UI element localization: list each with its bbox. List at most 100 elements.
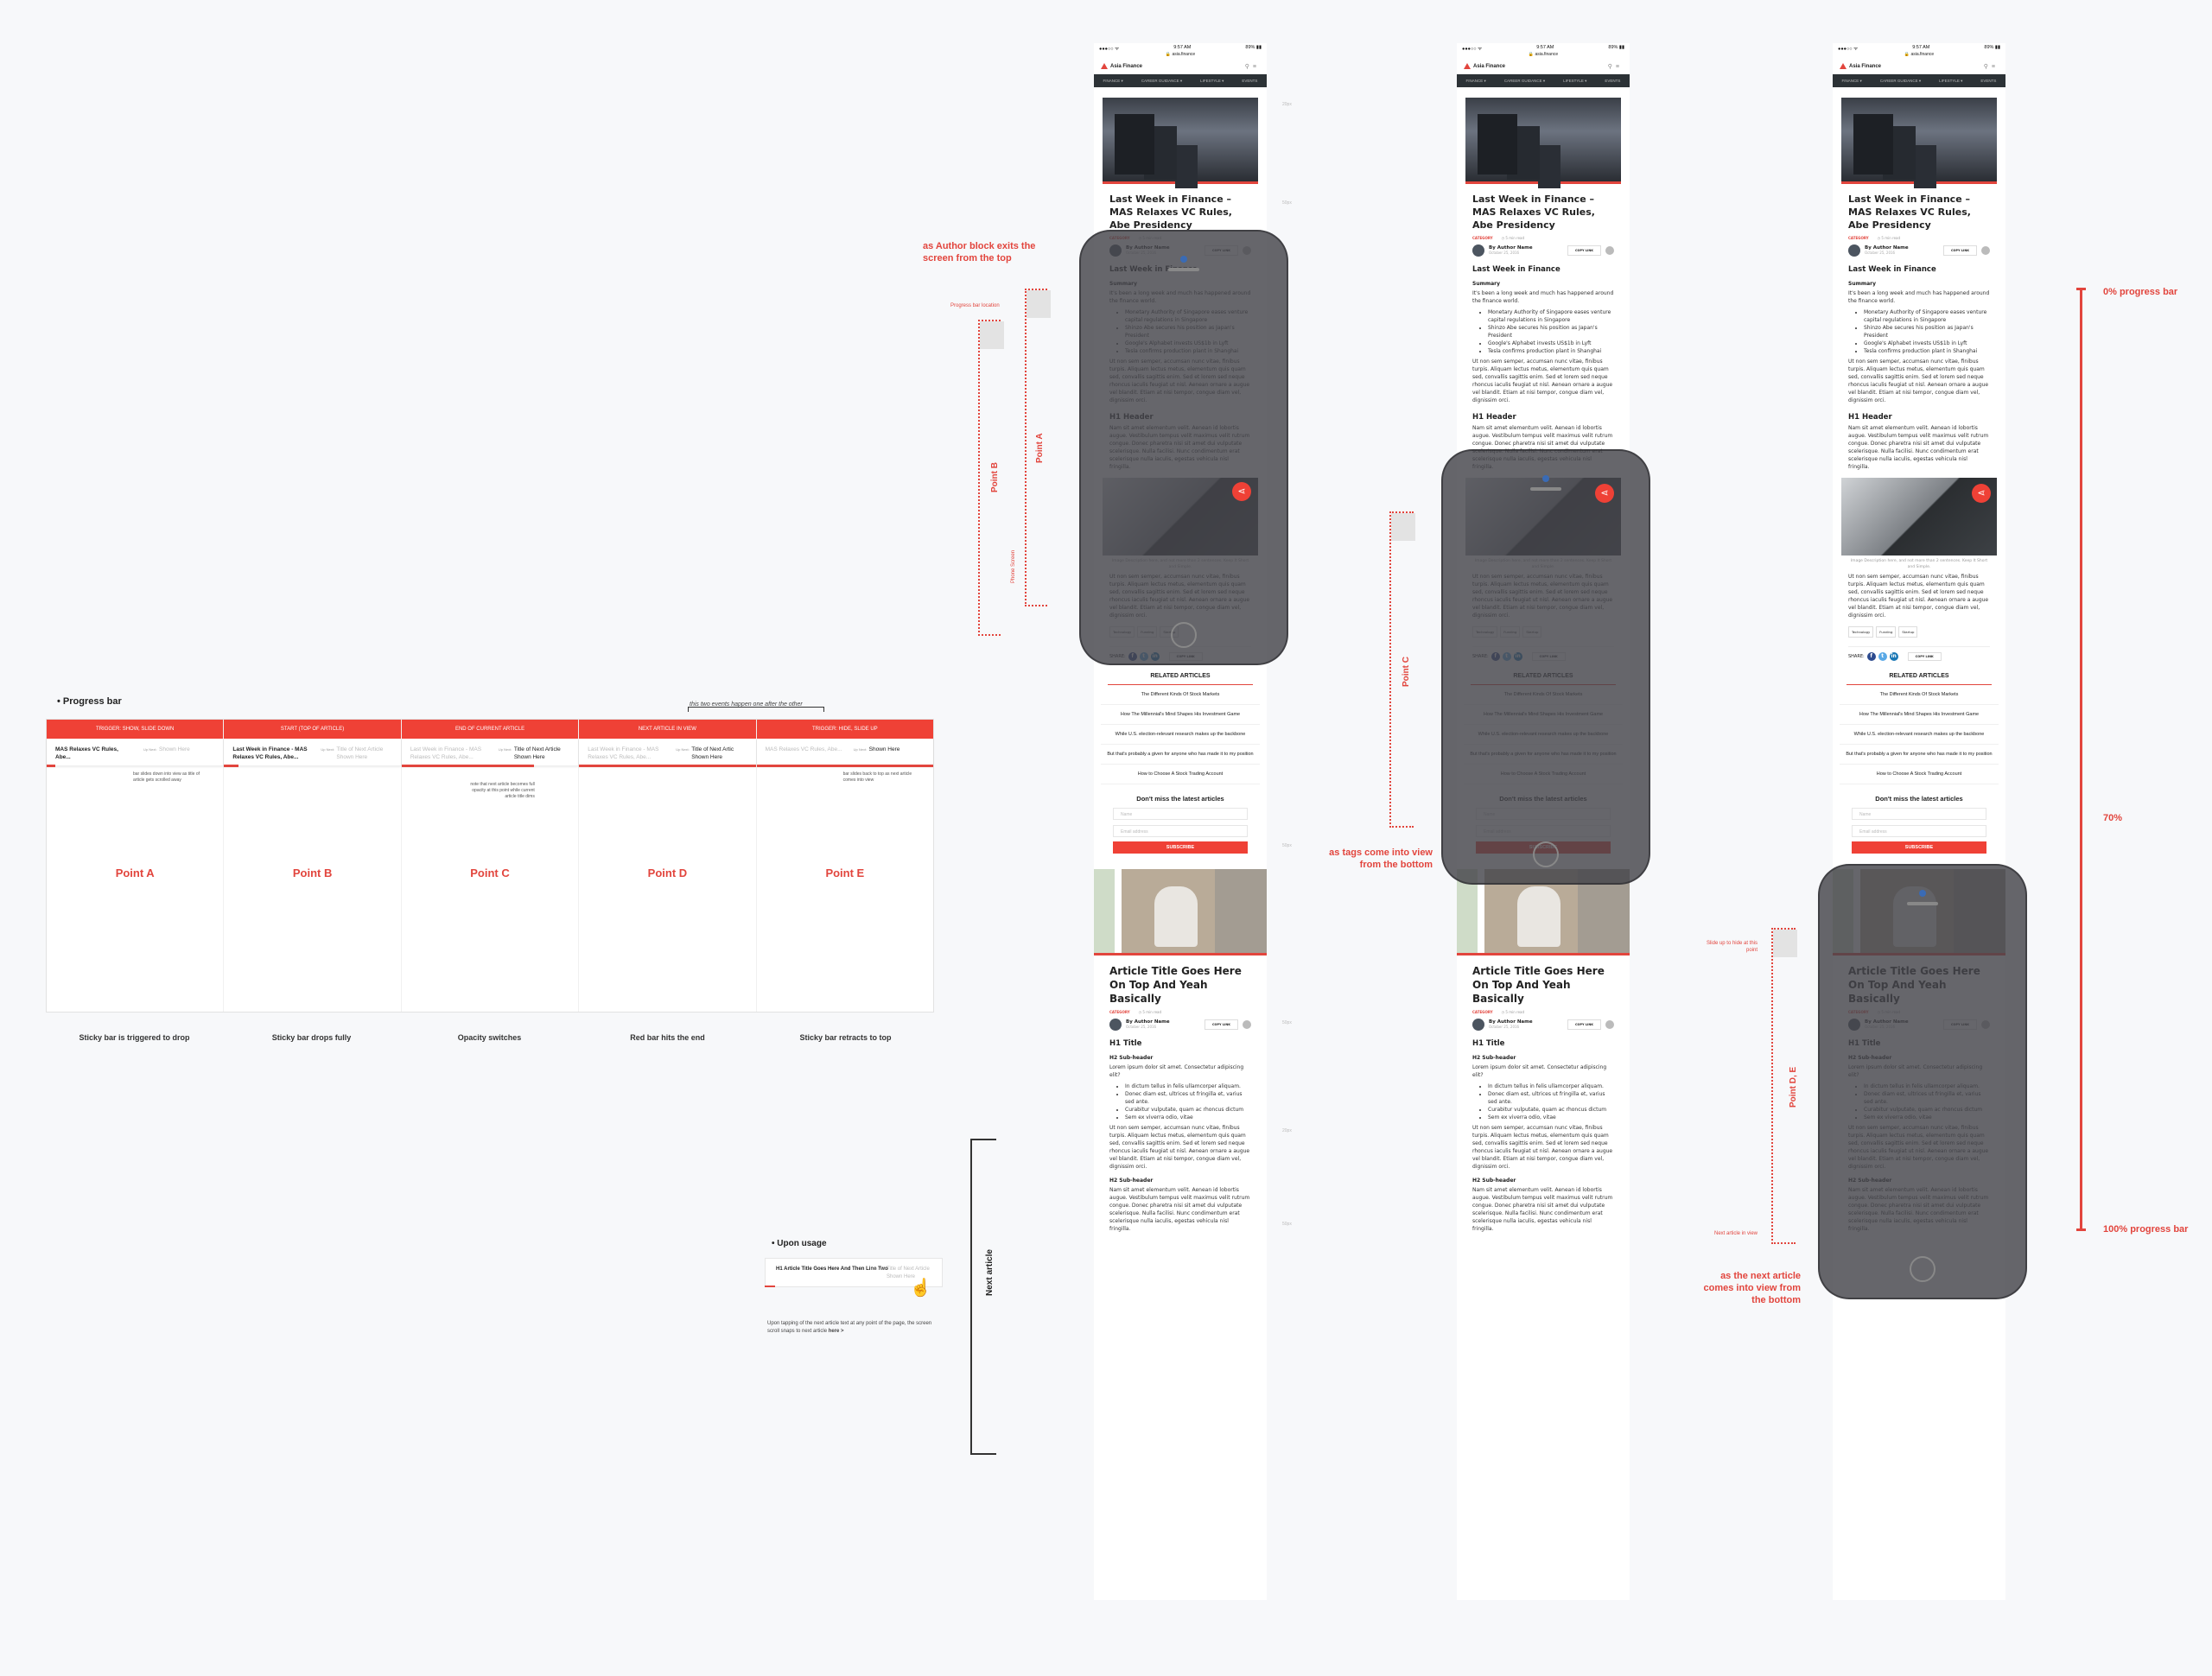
here-link[interactable]: here > [829,1329,844,1334]
category-link[interactable]: CATEGORY [1472,1010,1493,1014]
facebook-icon[interactable]: f [1866,652,1876,661]
search-icon[interactable]: ⚲ [1245,64,1253,70]
next-title[interactable]: Shown Here [869,746,921,753]
brand-logo[interactable]: Asia Finance [1464,63,1505,69]
linkedin-icon[interactable]: in [1889,652,1898,661]
sticky-bar[interactable]: Last Week in Finance - MAS Relaxes VC Ru… [579,739,756,767]
speaker [1168,268,1199,271]
nav-finance[interactable]: FINANCE ▾ [1103,79,1123,84]
copy-link-button[interactable]: COPY LINK [1204,1019,1238,1030]
spacing-marker: 20px [1282,1128,1292,1133]
related-link[interactable]: How to Choose A Stock Trading Account [1840,765,1999,784]
share-icon[interactable] [1605,246,1614,255]
summary-list: Monetary Authority of Singapore eases ve… [1488,308,1614,355]
paragraph: Ut non sem semper, accumsan nunc vitae, … [1109,1125,1250,1170]
tag[interactable]: Technology [1848,626,1874,638]
related-link[interactable]: How The Millennial's Mind Shapes His Inv… [1101,705,1260,725]
related-link[interactable]: While U.S. election-relevant research ma… [1101,725,1260,745]
nav-finance[interactable]: FINANCE ▾ [1466,79,1486,84]
related-link[interactable]: The Different Kinds Of Stock Markets [1101,685,1260,705]
copy-link-button[interactable]: COPY LINK [1942,245,1977,256]
brand-logo[interactable]: Asia Finance [1840,63,1881,69]
floating-share-button[interactable]: ⋖ [1232,482,1251,501]
next-title[interactable]: Title of Next Artic Shown Here [691,746,743,761]
brand-logo[interactable]: Asia Finance [1101,63,1142,69]
state-header: TRIGGER: HIDE, SLIDE UP [756,720,934,739]
progress-states-board: TRIGGER: SHOW, SLIDE DOWN MAS Relaxes VC… [46,719,934,1013]
nav-lifestyle[interactable]: LIFESTYLE ▾ [1563,79,1586,84]
copy-link-button[interactable]: COPY LINK [1907,652,1942,661]
nav-lifestyle[interactable]: LIFESTYLE ▾ [1939,79,1962,84]
url-bar[interactable]: 🔒 asia.finance [1833,52,2005,59]
nav-career[interactable]: CAREER GUIDANCE ▾ [1880,79,1921,84]
hero-image [1103,98,1258,184]
list-item: Donec diam est, ultrices ut fringilla et… [1488,1090,1614,1106]
nav-career[interactable]: CAREER GUIDANCE ▾ [1504,79,1545,84]
floating-share-button[interactable]: ⋖ [1972,484,1991,503]
article-1: Last Week in Finance – MAS Relaxes VC Ru… [1457,184,1630,471]
search-icon[interactable]: ⚲ [1984,64,1992,70]
tag[interactable]: Startup [1898,626,1918,638]
email-input[interactable]: Email address [1852,825,1986,837]
url-bar[interactable]: 🔒 asia.finance [1094,52,1267,59]
paragraph: Ut non sem semper, accumsan nunc vitae, … [1472,359,1613,403]
name-input[interactable]: Name [1113,808,1248,820]
related-link[interactable]: While U.S. election-relevant research ma… [1840,725,1999,745]
nav-finance[interactable]: FINANCE ▾ [1842,79,1862,84]
list-item: In dictum tellus in felis ullamcorper al… [1125,1082,1251,1090]
tag[interactable]: Funding [1876,626,1897,638]
category-link[interactable]: CATEGORY [1472,236,1493,240]
share-icon[interactable] [1605,1020,1614,1029]
copy-link-button[interactable]: COPY LINK [1567,245,1601,256]
related-link[interactable]: How The Millennial's Mind Shapes His Inv… [1840,705,1999,725]
next-in-view-note: Next article in view [1713,1231,1758,1236]
share-row: SHARE:ftin COPY LINK [1848,646,1990,661]
next-title[interactable]: Shown Here [159,746,211,753]
next-title[interactable]: Title of Next Article Shown Here [514,746,566,761]
sticky-bar[interactable]: MAS Relaxes VC Rules, Abe... Up Next: Sh… [47,739,224,767]
subscribe-button[interactable]: SUBSCRIBE [1852,841,1986,854]
menu-icon[interactable]: ≡ [1992,64,1999,70]
share-icon[interactable] [1981,246,1990,255]
floating-share-button[interactable]: ⋖ [1595,484,1614,503]
subscribe-button[interactable]: SUBSCRIBE [1113,841,1248,854]
read-time: ◷ 5 min read [1877,236,1901,240]
nav-events[interactable]: EVENTS [1980,79,1996,83]
state-note: note that next article becomes full opac… [470,782,535,799]
sticky-bar[interactable]: Last Week in Finance - MAS Relaxes VC Ru… [401,739,579,767]
related-link[interactable]: But that's probably a given for anyone w… [1101,745,1260,765]
summary-label: Summary [1848,281,1877,287]
slide-up-note: Slide up to hide at this point [1706,941,1758,953]
copy-link-button[interactable]: COPY LINK [1567,1019,1601,1030]
sticky-bar[interactable]: MAS Relaxes VC Rules, Abe... Up Next: Sh… [756,739,934,767]
menu-icon[interactable]: ≡ [1616,64,1623,70]
logo-icon [1464,63,1471,69]
search-icon[interactable]: ⚲ [1608,64,1616,70]
state-header: NEXT ARTICLE IN VIEW [579,720,756,739]
menu-icon[interactable]: ≡ [1253,64,1260,70]
related-link[interactable]: But that's probably a given for anyone w… [1840,745,1999,765]
speaker [1907,902,1938,905]
pct-0-label: 0% progress bar [2103,287,2178,297]
name-input[interactable]: Name [1852,808,1986,820]
section-heading: Last Week in Finance [1472,265,1560,274]
email-input[interactable]: Email address [1113,825,1248,837]
share-label: SHARE: [1848,654,1865,659]
share-icon[interactable] [1243,1020,1251,1029]
state-note: bar slides down into view as title of ar… [133,771,200,783]
subscribe-title: Don't miss the latest articles [1136,795,1224,803]
twitter-icon[interactable]: t [1878,652,1887,661]
url-bar[interactable]: 🔒 asia.finance [1457,52,1630,59]
next-title[interactable]: Title of Next Article Shown Here [336,746,388,761]
publish-date: October 25, 2016 [1865,251,1896,255]
nav-events[interactable]: EVENTS [1242,79,1257,83]
sticky-bar[interactable]: Last Week in Finance - MAS Relaxes VC Ru… [224,739,401,767]
category-link[interactable]: CATEGORY [1109,1010,1130,1014]
category-link[interactable]: CATEGORY [1848,236,1869,240]
related-link[interactable]: How to Choose A Stock Trading Account [1101,765,1260,784]
nav-lifestyle[interactable]: LIFESTYLE ▾ [1200,79,1224,84]
nav-events[interactable]: EVENTS [1605,79,1620,83]
nav-career[interactable]: CAREER GUIDANCE ▾ [1141,79,1182,84]
related-link[interactable]: The Different Kinds Of Stock Markets [1840,685,1999,705]
paragraph: Ut non sem semper, accumsan nunc vitae, … [1472,1125,1613,1170]
